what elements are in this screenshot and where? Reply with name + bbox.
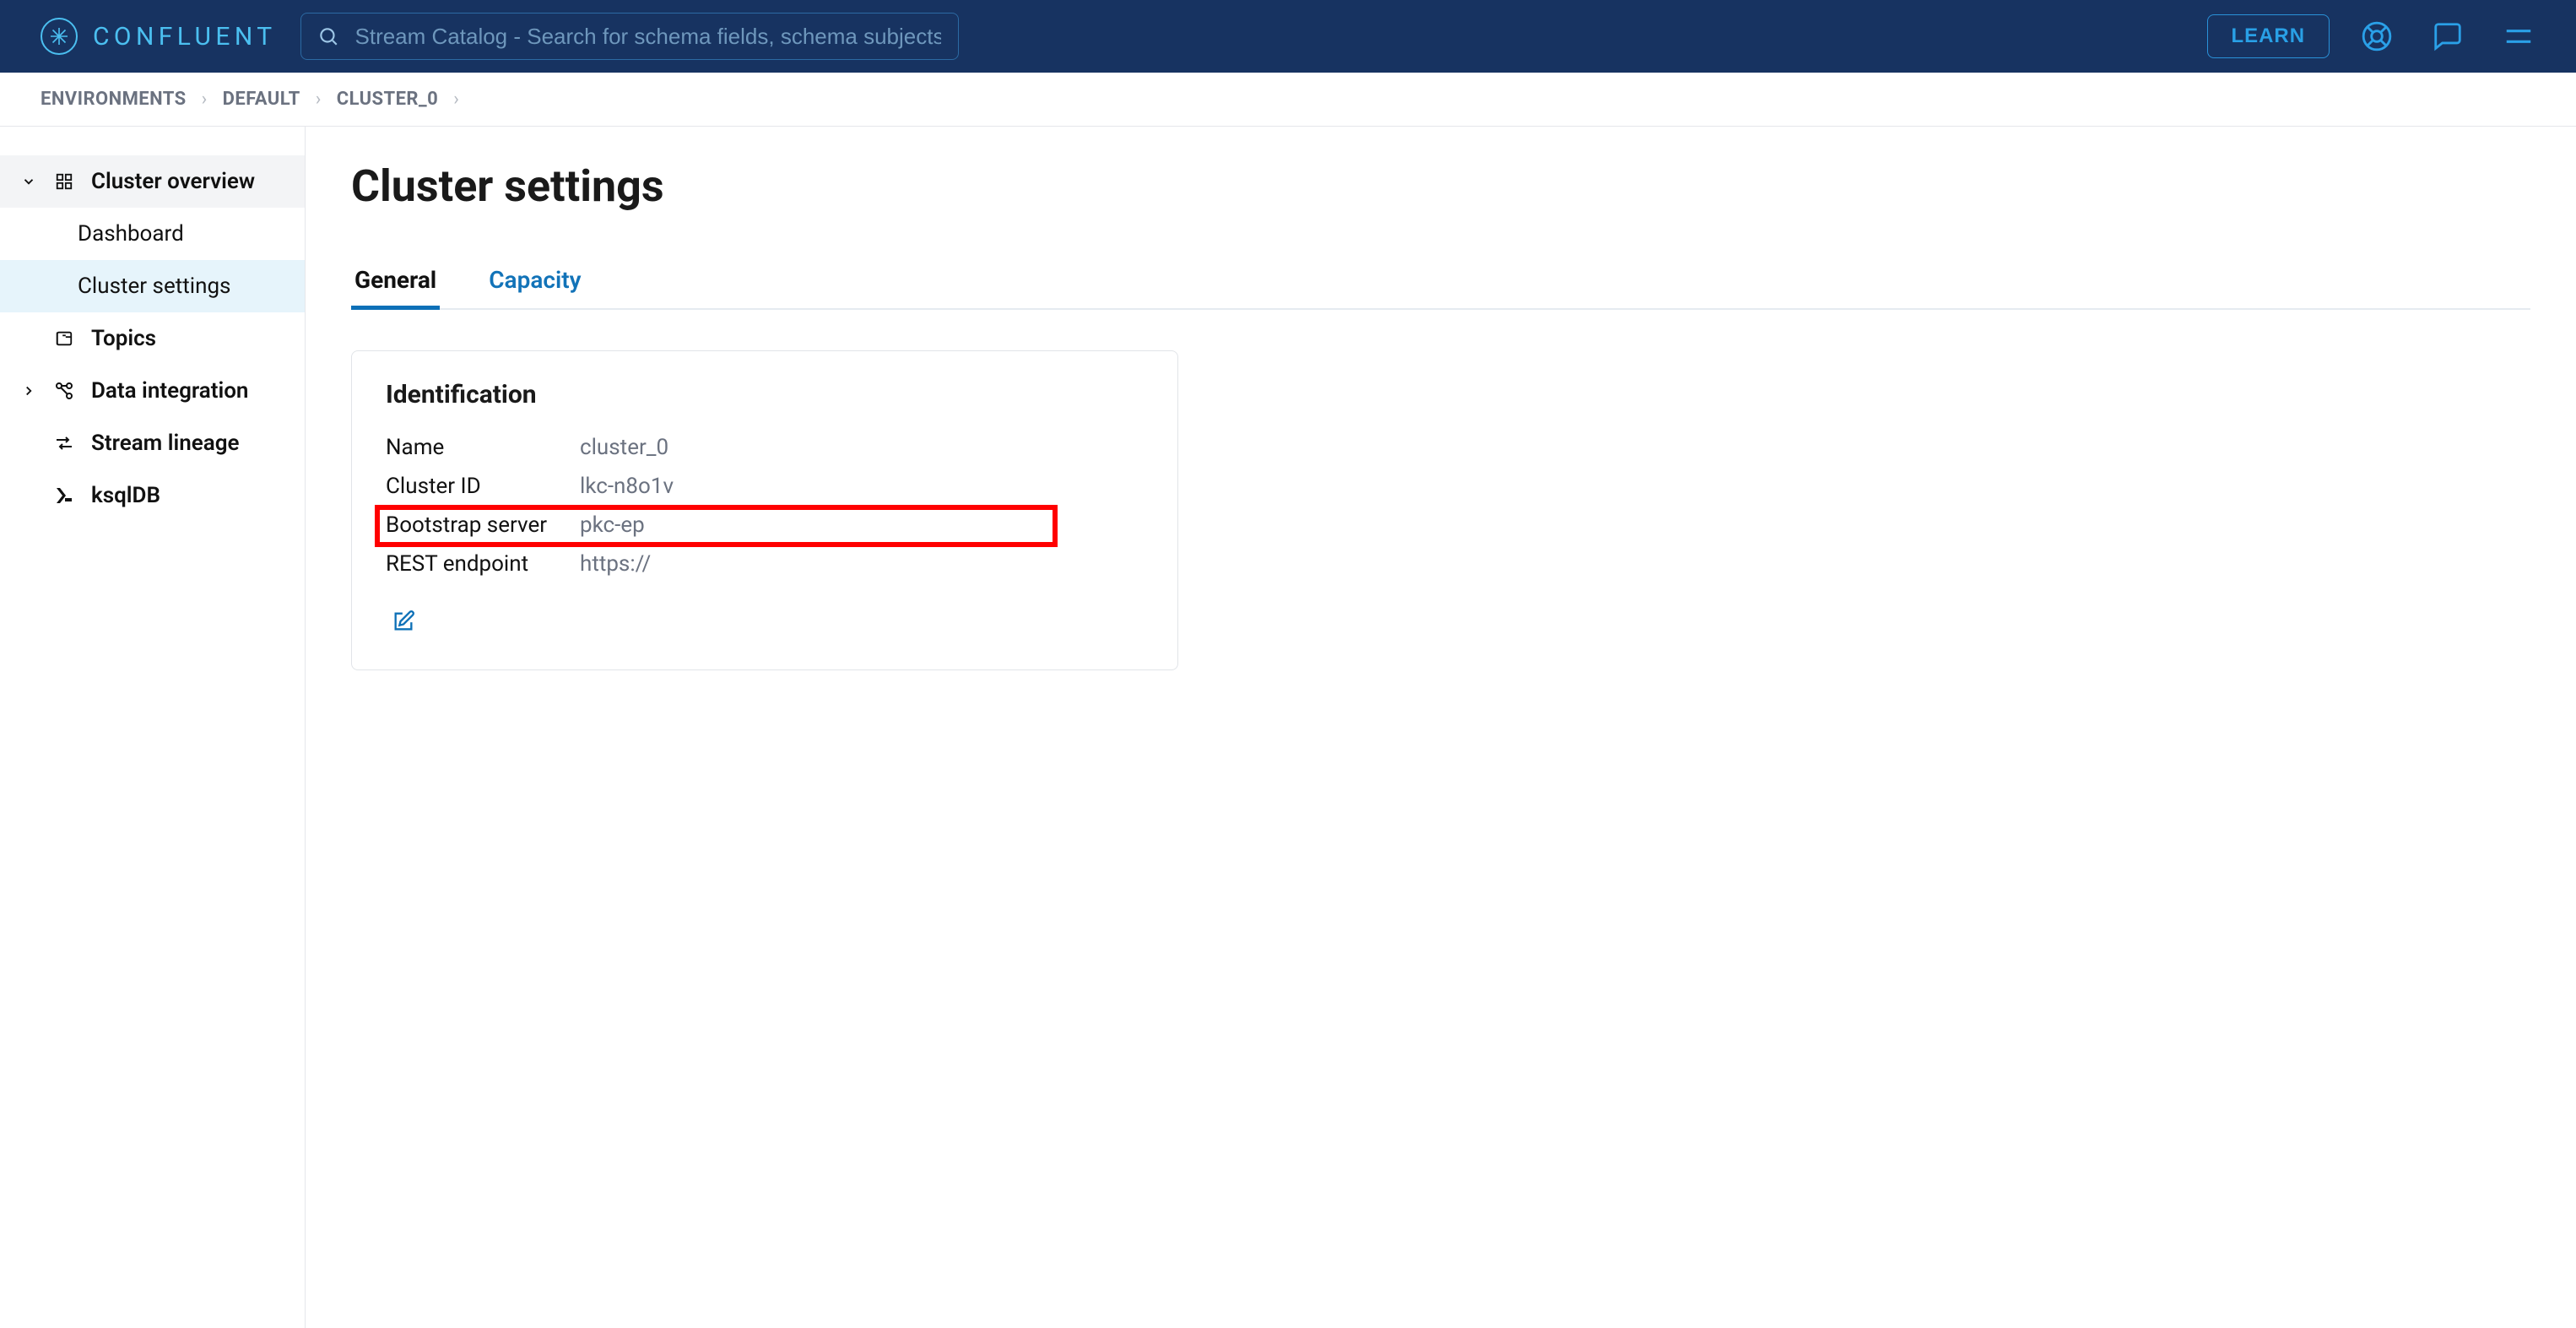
sidebar: Cluster overview Dashboard Cluster setti… [0,127,306,1328]
sidebar-item-label: Data integration [91,378,248,404]
breadcrumb: ENVIRONMENTS › DEFAULT › CLUSTER_0 › [0,73,2576,127]
sidebar-item-cluster-settings[interactable]: Cluster settings [0,260,305,312]
menu-button[interactable] [2495,13,2542,60]
kv-value: cluster_0 [580,435,668,460]
sidebar-item-data-integration[interactable]: Data integration [0,365,305,417]
sidebar-item-label: Cluster settings [78,274,230,299]
edit-button[interactable] [386,604,421,639]
confluent-logo-icon [41,18,78,55]
tab-general[interactable]: General [351,266,440,310]
feedback-button[interactable] [2424,13,2471,60]
identification-card: Identification Name cluster_0 Cluster ID… [351,350,1178,670]
topics-icon [52,329,76,348]
search-wrap [300,13,959,60]
main-content: Cluster settings General Capacity Identi… [306,127,2576,1328]
identification-heading: Identification [386,380,1144,409]
brand-logo[interactable]: CONFLUENT [41,18,277,55]
chevron-down-icon [20,174,37,189]
sidebar-item-label: Dashboard [78,221,184,247]
chevron-right-icon: › [202,89,208,110]
kv-row-cluster-id: Cluster ID lkc-n8o1v [386,467,1144,506]
breadcrumb-item[interactable]: DEFAULT [223,89,300,110]
sidebar-item-topics[interactable]: Topics [0,312,305,365]
kv-key: Cluster ID [386,474,580,499]
breadcrumb-item[interactable]: ENVIRONMENTS [41,89,187,110]
kv-row-rest-endpoint: REST endpoint https:// [386,545,1144,583]
top-navbar: CONFLUENT LEARN [0,0,2576,73]
sidebar-item-dashboard[interactable]: Dashboard [0,208,305,260]
kv-key: Name [386,435,580,460]
kv-row-name: Name cluster_0 [386,428,1144,467]
sidebar-item-label: ksqlDB [91,483,160,508]
kv-key: REST endpoint [386,551,580,577]
chat-icon [2432,20,2464,52]
sidebar-item-label: Stream lineage [91,431,240,456]
ksqldb-icon [52,485,76,506]
sidebar-item-cluster-overview[interactable]: Cluster overview [0,155,305,208]
kv-value: pkc-ep [580,512,645,538]
sidebar-item-ksqldb[interactable]: ksqlDB [0,469,305,522]
grid-icon [52,172,76,191]
chevron-right-icon: › [453,89,459,110]
kv-key: Bootstrap server [386,512,580,538]
support-button[interactable] [2353,13,2400,60]
tab-capacity[interactable]: Capacity [485,266,584,310]
tabs: General Capacity [351,266,2530,310]
sidebar-item-label: Topics [91,326,156,351]
breadcrumb-item[interactable]: CLUSTER_0 [337,89,438,110]
kv-row-bootstrap-server: Bootstrap server pkc-ep [386,506,1144,545]
lifebuoy-icon [2361,20,2393,52]
kv-value: lkc-n8o1v [580,474,674,499]
kv-value: https:// [580,551,651,577]
search-input[interactable] [300,13,959,60]
sidebar-item-label: Cluster overview [91,169,255,194]
hamburger-icon [2503,20,2535,52]
learn-button[interactable]: LEARN [2207,14,2330,58]
search-icon [317,25,339,47]
data-integration-icon [52,381,76,401]
sidebar-item-stream-lineage[interactable]: Stream lineage [0,417,305,469]
chevron-right-icon: › [316,89,322,110]
brand-name: CONFLUENT [93,22,277,51]
edit-icon [392,610,415,633]
chevron-right-icon [20,383,37,398]
page-title: Cluster settings [351,160,2530,212]
stream-lineage-icon [52,433,76,453]
